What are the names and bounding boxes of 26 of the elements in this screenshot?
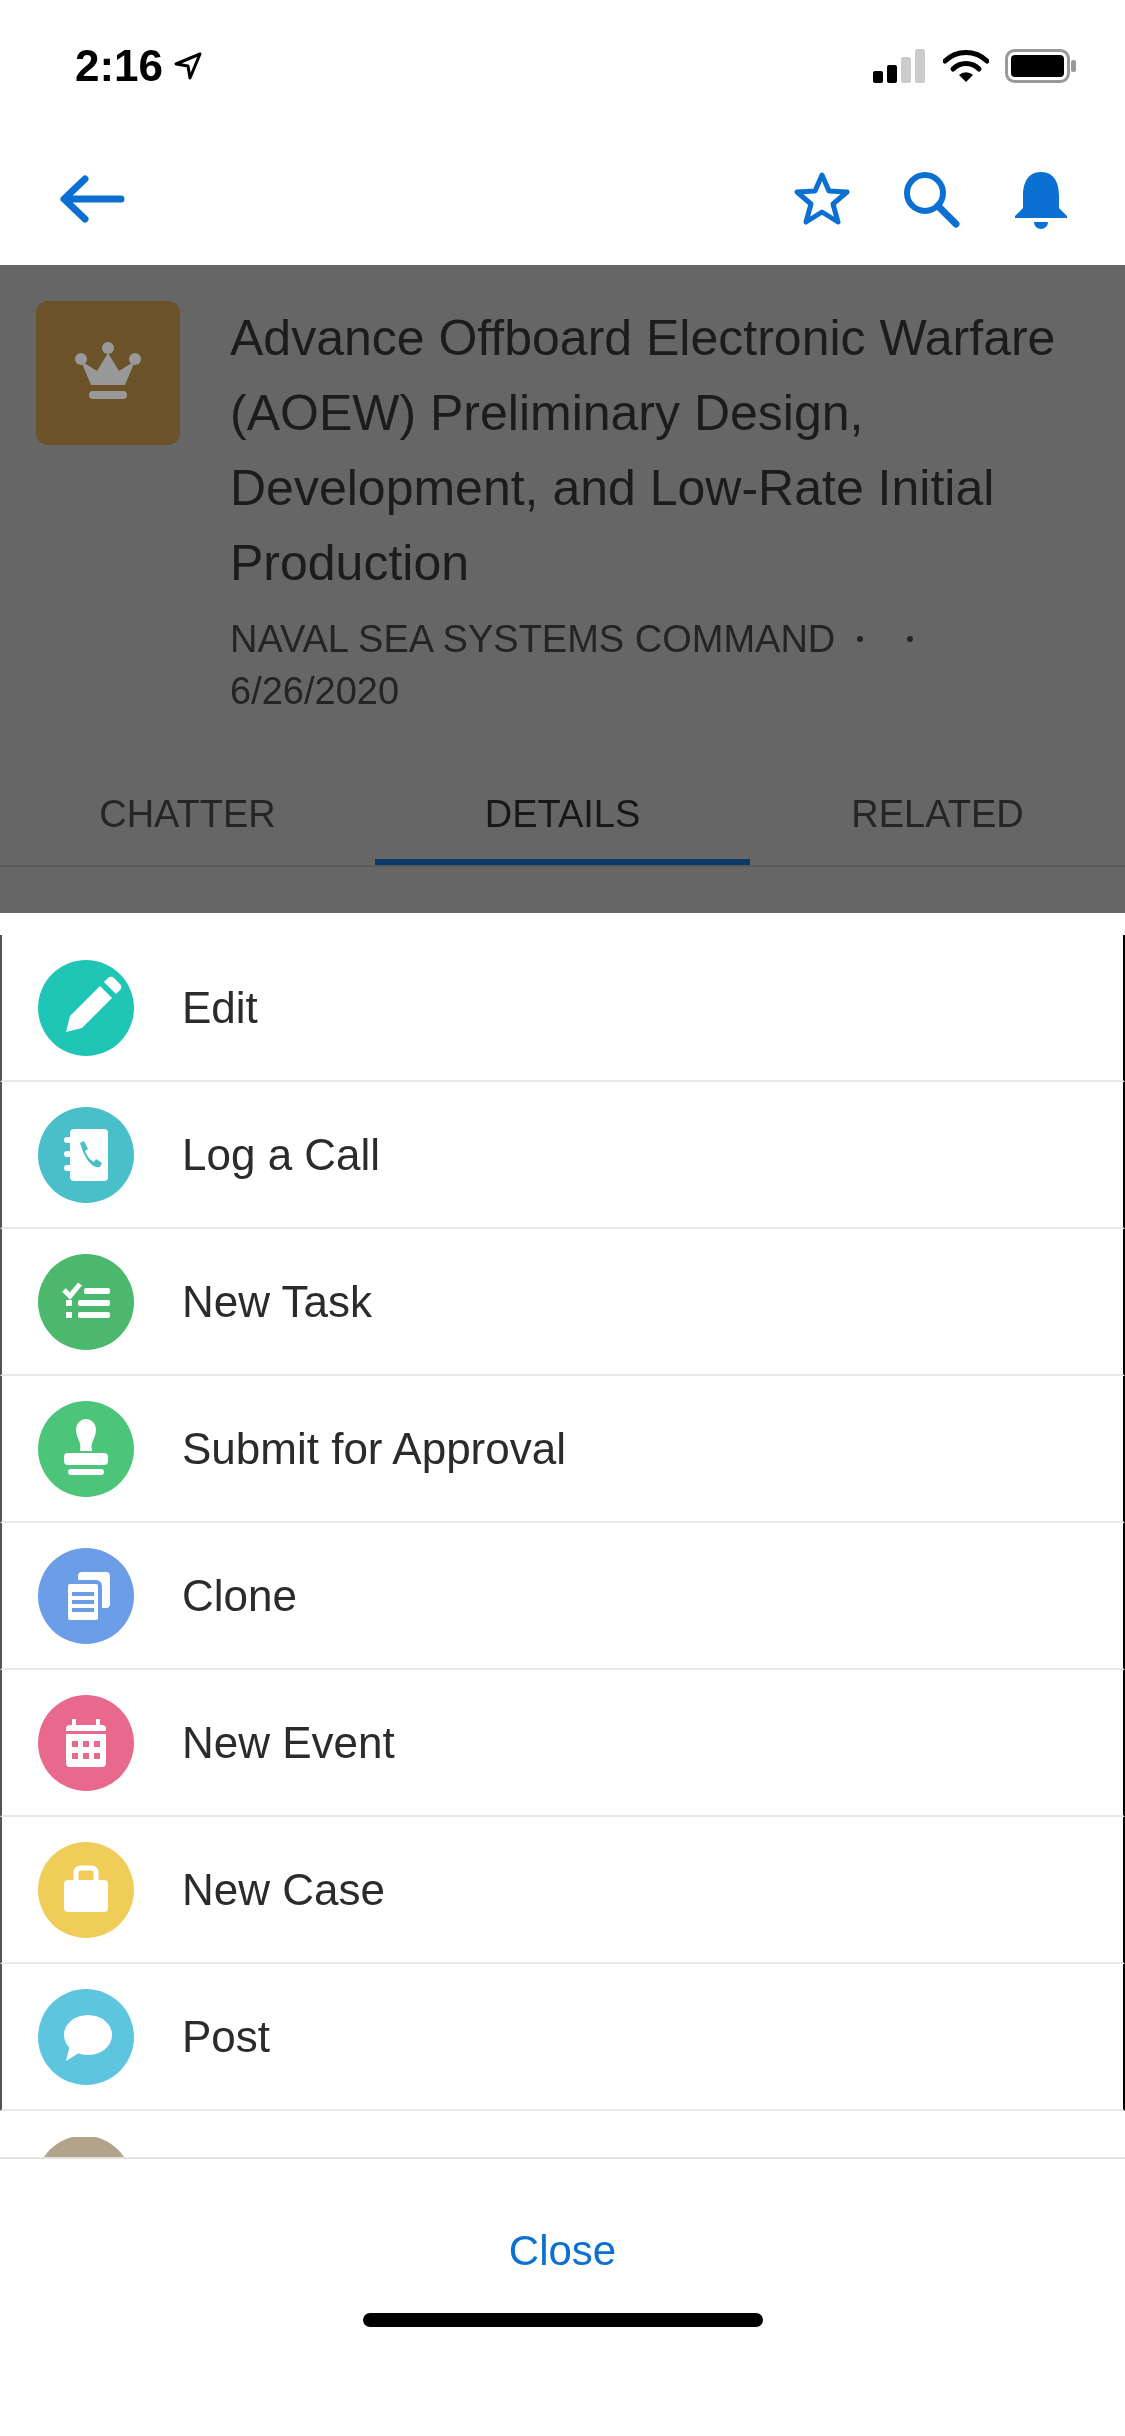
status-time: 2:16: [75, 41, 164, 91]
location-icon: [173, 51, 204, 81]
action-item[interactable]: Post: [0, 1964, 1125, 2111]
action-item[interactable]: Submit for Approval: [0, 1376, 1125, 1523]
action-item[interactable]: New Event: [0, 1670, 1125, 1817]
pencil-icon: [38, 959, 134, 1056]
action-item[interactable]: Clone: [0, 1523, 1125, 1670]
action-item[interactable]: New Case: [0, 1817, 1125, 1964]
signal-icon: [873, 49, 927, 83]
phone-book-icon: [38, 1106, 134, 1203]
close-button[interactable]: Close: [488, 2219, 637, 2283]
record-field: 6/26/2020: [230, 665, 400, 717]
chat-bubble-icon: [38, 1988, 134, 2085]
crown-icon: [36, 301, 180, 445]
record-field: NAVAL SEA SYSTEMS COMMAND: [230, 613, 836, 665]
stamp-icon: [38, 1400, 134, 1497]
action-item[interactable]: New Task: [0, 1229, 1125, 1376]
record-title: Advance Offboard Electronic Warfare (AOEW) Preliminary Design, Development, and Low-Rate Initial Production: [230, 309, 1057, 593]
action-item[interactable]: Log a Call: [0, 1082, 1125, 1229]
copy-icon: [38, 1547, 134, 1644]
wifi-icon: [943, 49, 989, 83]
checklist-icon: [38, 1253, 134, 1350]
calendar-icon: [38, 1694, 134, 1791]
battery-icon: [1005, 49, 1077, 83]
action-item[interactable]: Edit: [0, 935, 1125, 1082]
briefcase-icon: [38, 1841, 134, 1938]
